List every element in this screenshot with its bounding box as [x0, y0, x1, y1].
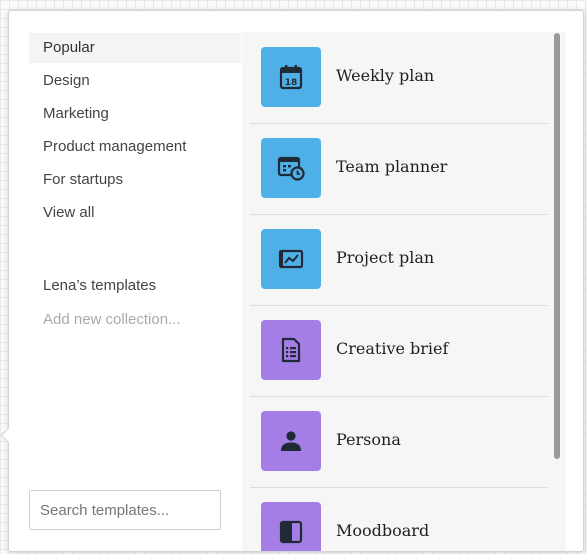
calendar-icon: 18	[279, 65, 303, 90]
template-name: Persona	[336, 430, 401, 449]
template-icon-tile	[261, 502, 321, 551]
template-icon-tile	[261, 138, 321, 198]
sidebar-item-design[interactable]: Design	[29, 66, 241, 96]
sidebar-item-product-management[interactable]: Product management	[29, 132, 241, 162]
sidebar-item-for-startups[interactable]: For startups	[29, 165, 241, 195]
calendar-day-number: 18	[285, 78, 298, 88]
template-card-moodboard[interactable]: Moodboard	[250, 487, 548, 551]
template-list: 18 Weekly plan Team planner Project plan…	[242, 32, 566, 551]
sidebar-item-marketing[interactable]: Marketing	[29, 99, 241, 129]
template-card-creative-brief[interactable]: Creative brief	[250, 305, 548, 397]
team-planner-icon	[277, 156, 305, 181]
sidebar-item-view-all[interactable]: View all	[29, 198, 241, 228]
moodboard-icon	[279, 520, 303, 544]
template-categories-sidebar: Popular Design Marketing Product managem…	[9, 11, 242, 551]
project-plan-icon	[278, 249, 304, 269]
template-name: Weekly plan	[336, 66, 435, 85]
search-templates-input[interactable]	[29, 490, 221, 530]
person-icon	[281, 431, 301, 451]
template-icon-tile	[261, 320, 321, 380]
template-name: Moodboard	[336, 521, 430, 540]
add-new-collection-link[interactable]: Add new collection...	[29, 305, 241, 335]
template-card-weekly-plan[interactable]: 18 Weekly plan	[250, 32, 548, 124]
templates-popover: Popular Design Marketing Product managem…	[8, 10, 584, 552]
template-name: Project plan	[336, 248, 435, 267]
sidebar-item-popular[interactable]: Popular	[29, 33, 241, 63]
template-icon-tile: 18	[261, 47, 321, 107]
template-card-persona[interactable]: Persona	[250, 396, 548, 488]
template-card-team-planner[interactable]: Team planner	[250, 123, 548, 215]
document-icon	[281, 337, 301, 363]
template-icon-tile	[261, 411, 321, 471]
template-card-project-plan[interactable]: Project plan	[250, 214, 548, 306]
template-icon-tile	[261, 229, 321, 289]
sidebar-item-lenas-templates[interactable]: Lena’s templates	[29, 271, 241, 301]
template-name: Team planner	[336, 157, 448, 176]
template-list-scrollbar[interactable]	[554, 33, 560, 459]
template-name: Creative brief	[336, 339, 449, 358]
